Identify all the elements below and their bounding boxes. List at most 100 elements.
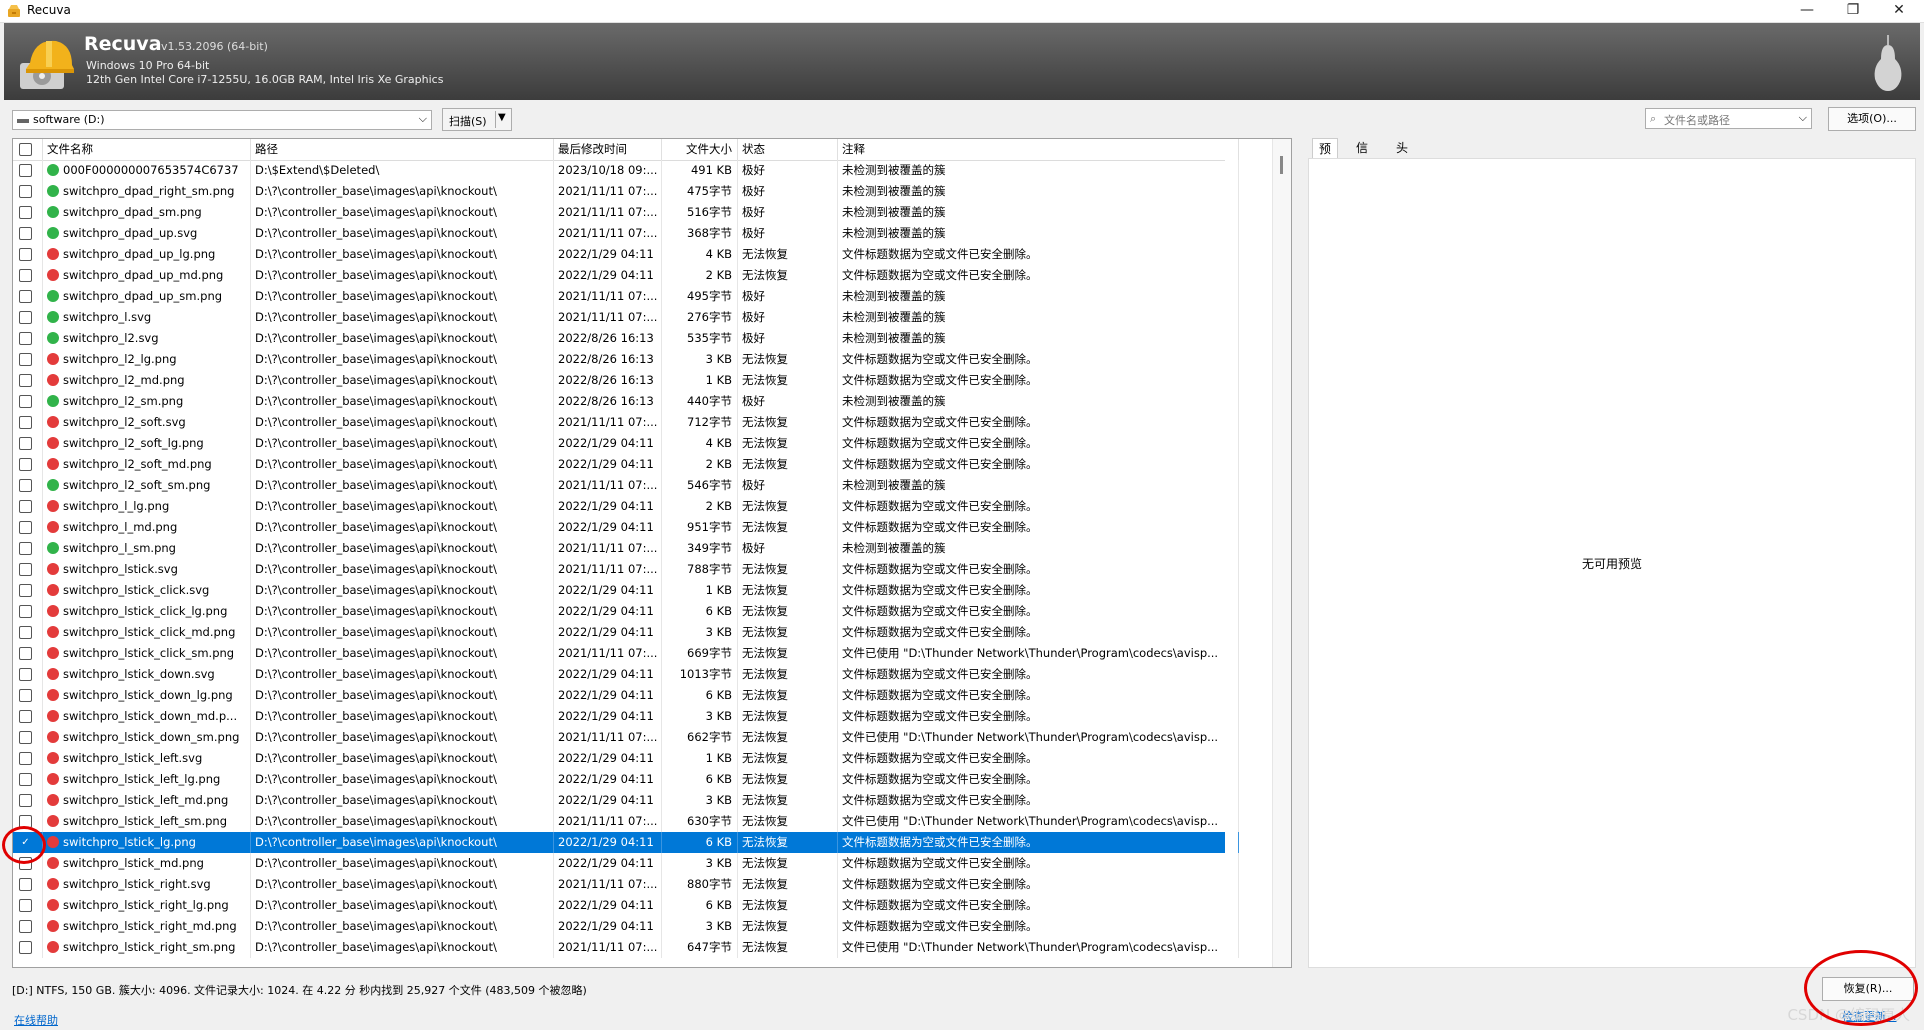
row-checkbox[interactable]: [19, 710, 32, 723]
column-header-size[interactable]: 文件大小: [662, 139, 738, 160]
table-row[interactable]: switchpro_l2_lg.png D:\?\controller_base\…: [13, 349, 1239, 370]
table-row[interactable]: switchpro_lstick_click_sm.png D:\?\contro…: [13, 643, 1239, 664]
table-row[interactable]: switchpro_lstick_right_sm.png D:\?\contro…: [13, 937, 1239, 958]
row-checkbox[interactable]: [19, 605, 32, 618]
row-checkbox[interactable]: [19, 647, 32, 660]
row-checkbox[interactable]: [19, 458, 32, 471]
table-row[interactable]: ✓ switchpro_lstick_lg.png D:\?\controller_…: [13, 832, 1239, 853]
maximize-button[interactable]: ❐: [1830, 0, 1876, 22]
row-checkbox[interactable]: [19, 773, 32, 786]
column-header-comment[interactable]: 注释: [838, 139, 1239, 160]
row-checkbox[interactable]: [19, 395, 32, 408]
column-header-name[interactable]: 文件名称: [43, 139, 251, 160]
select-all-checkbox[interactable]: [19, 143, 32, 156]
row-checkbox[interactable]: [19, 521, 32, 534]
row-checkbox[interactable]: [19, 668, 32, 681]
row-checkbox[interactable]: [19, 479, 32, 492]
table-row[interactable]: switchpro_lstick_left_lg.png D:\?\control…: [13, 769, 1239, 790]
row-checkbox[interactable]: [19, 920, 32, 933]
scan-dropdown-icon[interactable]: ▼: [498, 112, 506, 123]
column-header-modified[interactable]: 最后修改时间: [554, 139, 662, 160]
table-row[interactable]: switchpro_lstick_right_md.png D:\?\contro…: [13, 916, 1239, 937]
row-checkbox[interactable]: ✓: [19, 836, 32, 849]
options-button[interactable]: 选项(O)...: [1828, 107, 1916, 131]
row-checkbox[interactable]: [19, 857, 32, 870]
table-row[interactable]: switchpro_dpad_up_lg.png D:\?\controller_…: [13, 244, 1239, 265]
row-checkbox[interactable]: [19, 248, 32, 261]
table-row[interactable]: switchpro_lstick_click.svg D:\?\controlle…: [13, 580, 1239, 601]
close-button[interactable]: ✕: [1876, 0, 1922, 22]
drive-select[interactable]: software (D:) ⌵: [12, 110, 432, 130]
row-checkbox[interactable]: [19, 731, 32, 744]
row-checkbox[interactable]: [19, 500, 32, 513]
table-row[interactable]: switchpro_l_sm.png D:\?\controller_base\i…: [13, 538, 1239, 559]
row-checkbox[interactable]: [19, 332, 32, 345]
row-checkbox[interactable]: [19, 185, 32, 198]
row-checkbox[interactable]: [19, 290, 32, 303]
table-row[interactable]: switchpro_lstick_left_sm.png D:\?\control…: [13, 811, 1239, 832]
table-row[interactable]: switchpro_lstick_click_md.png D:\?\contro…: [13, 622, 1239, 643]
row-checkbox[interactable]: [19, 227, 32, 240]
column-header-path[interactable]: 路径: [251, 139, 554, 160]
row-checkbox[interactable]: [19, 311, 32, 324]
table-row[interactable]: switchpro_dpad_up.svg D:\?\controller_bas…: [13, 223, 1239, 244]
online-help-link[interactable]: 在线帮助: [14, 1012, 58, 1028]
table-row[interactable]: switchpro_lstick_md.png D:\?\controller_b…: [13, 853, 1239, 874]
minimize-button[interactable]: —: [1784, 0, 1830, 22]
table-row[interactable]: switchpro_dpad_up_md.png D:\?\controller_…: [13, 265, 1239, 286]
status-bad-icon: [47, 689, 59, 701]
row-checkbox[interactable]: [19, 269, 32, 282]
table-row[interactable]: switchpro_lstick_click_lg.png D:\?\contro…: [13, 601, 1239, 622]
row-checkbox[interactable]: [19, 794, 32, 807]
row-checkbox[interactable]: [19, 899, 32, 912]
table-row[interactable]: switchpro_lstick_right.svg D:\?\controlle…: [13, 874, 1239, 895]
column-header-state[interactable]: 状态: [738, 139, 838, 160]
row-checkbox[interactable]: [19, 815, 32, 828]
recover-button[interactable]: 恢复(R)...: [1822, 977, 1914, 1001]
chevron-down-icon[interactable]: ⌵: [1799, 111, 1807, 125]
table-row[interactable]: switchpro_l2_md.png D:\?\controller_base\…: [13, 370, 1239, 391]
table-row[interactable]: switchpro_l2_soft_lg.png D:\?\controller_…: [13, 433, 1239, 454]
table-row[interactable]: switchpro_dpad_up_sm.png D:\?\controller_…: [13, 286, 1239, 307]
table-row[interactable]: switchpro_lstick.svg D:\?\controller_base…: [13, 559, 1239, 580]
vertical-scrollbar[interactable]: [1272, 139, 1291, 967]
table-row[interactable]: switchpro_dpad_right_sm.png D:\?\controll…: [13, 181, 1239, 202]
tab-preview[interactable]: 预览: [1312, 138, 1339, 176]
table-row[interactable]: switchpro_l_md.png D:\?\controller_base\i…: [13, 517, 1239, 538]
table-row[interactable]: switchpro_dpad_sm.png D:\?\controller_bas…: [13, 202, 1239, 223]
scan-button[interactable]: 扫描(S) ▼: [442, 108, 512, 131]
row-checkbox[interactable]: [19, 626, 32, 639]
table-row[interactable]: switchpro_l2_soft_md.png D:\?\controller_…: [13, 454, 1239, 475]
search-input[interactable]: ⌕ 文件名或路径 ⌵: [1645, 108, 1812, 129]
row-checkbox[interactable]: [19, 752, 32, 765]
table-row[interactable]: switchpro_lstick_down_sm.png D:\?\control…: [13, 727, 1239, 748]
table-row[interactable]: switchpro_l2.svg D:\?\controller_base\ima…: [13, 328, 1239, 349]
row-checkbox[interactable]: [19, 542, 32, 555]
row-checkbox[interactable]: [19, 353, 32, 366]
table-row[interactable]: switchpro_lstick_down_md.p... D:\?\contro…: [13, 706, 1239, 727]
table-row[interactable]: switchpro_l2_soft_sm.png D:\?\controller_…: [13, 475, 1239, 496]
table-row[interactable]: switchpro_lstick_right_lg.png D:\?\contro…: [13, 895, 1239, 916]
row-checkbox[interactable]: [19, 563, 32, 576]
table-row[interactable]: switchpro_lstick_left_md.png D:\?\control…: [13, 790, 1239, 811]
tab-info[interactable]: 信息: [1350, 138, 1374, 175]
table-row[interactable]: switchpro_l2_sm.png D:\?\controller_base\…: [13, 391, 1239, 412]
tab-header[interactable]: 头: [1390, 138, 1414, 158]
table-row[interactable]: switchpro_lstick_down.svg D:\?\controller…: [13, 664, 1239, 685]
table-row[interactable]: switchpro_l_lg.png D:\?\controller_base\i…: [13, 496, 1239, 517]
row-checkbox[interactable]: [19, 584, 32, 597]
row-checkbox[interactable]: [19, 374, 32, 387]
table-row[interactable]: switchpro_lstick_down_lg.png D:\?\control…: [13, 685, 1239, 706]
table-row[interactable]: switchpro_l2_soft.svg D:\?\controller_bas…: [13, 412, 1239, 433]
table-row[interactable]: switchpro_l.svg D:\?\controller_base\imag…: [13, 307, 1239, 328]
scrollbar-thumb[interactable]: [1280, 156, 1283, 174]
row-checkbox[interactable]: [19, 164, 32, 177]
row-checkbox[interactable]: [19, 206, 32, 219]
table-row[interactable]: switchpro_lstick_left.svg D:\?\controller…: [13, 748, 1239, 769]
row-checkbox[interactable]: [19, 416, 32, 429]
table-row[interactable]: 000F000000007653574C6737 D:\$Extend\$Dele…: [13, 160, 1239, 181]
row-checkbox[interactable]: [19, 941, 32, 954]
row-checkbox[interactable]: [19, 689, 32, 702]
row-checkbox[interactable]: [19, 437, 32, 450]
row-checkbox[interactable]: [19, 878, 32, 891]
